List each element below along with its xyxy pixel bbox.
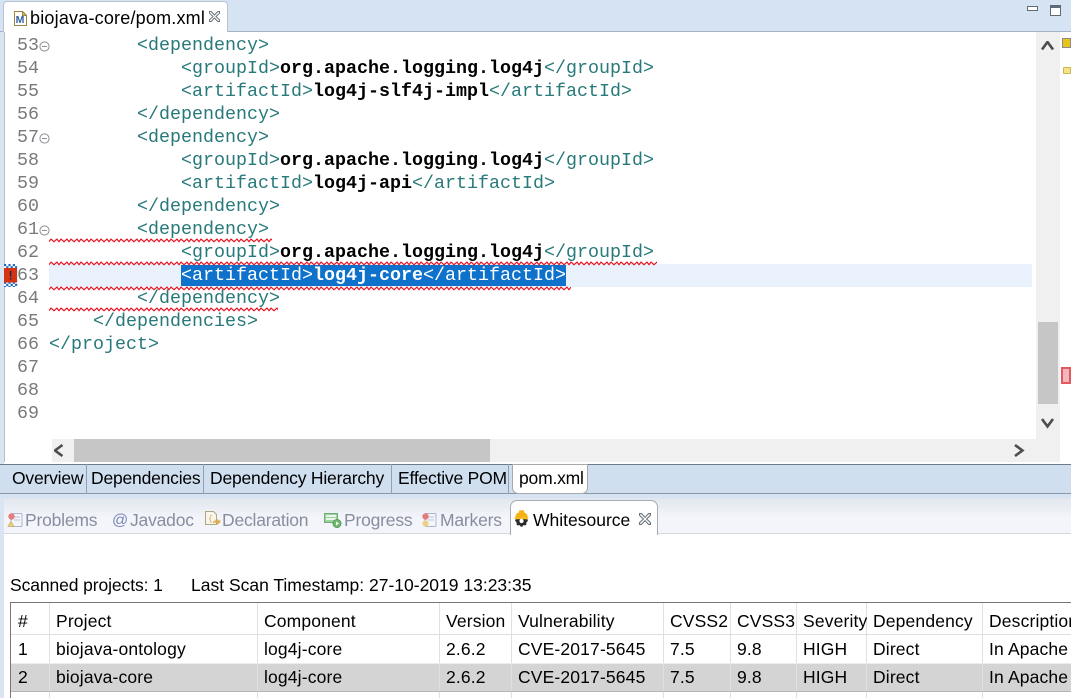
svg-text:!: !	[9, 269, 13, 283]
svg-text:M: M	[16, 14, 25, 26]
